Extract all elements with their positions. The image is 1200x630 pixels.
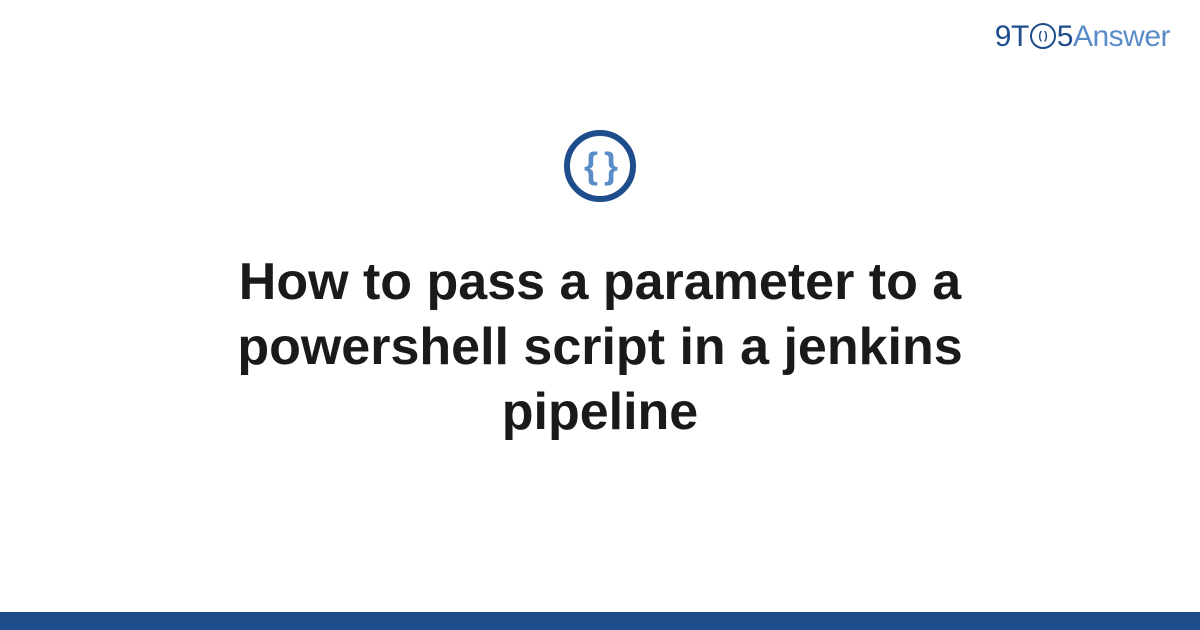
question-title: How to pass a parameter to a powershell …	[150, 250, 1050, 445]
logo-clock-icon: ( )	[1030, 23, 1056, 49]
braces-icon: { }	[584, 148, 616, 184]
logo-part-9: 9	[995, 20, 1011, 53]
main-content: { } How to pass a parameter to a powersh…	[0, 130, 1200, 445]
logo-part-5: 5	[1057, 20, 1073, 53]
site-logo[interactable]: 9T( )5Answer	[995, 20, 1170, 54]
footer-accent-bar	[0, 612, 1200, 630]
logo-part-answer: Answer	[1073, 20, 1170, 53]
category-code-icon: { }	[564, 130, 636, 202]
logo-part-t: T	[1011, 20, 1029, 53]
